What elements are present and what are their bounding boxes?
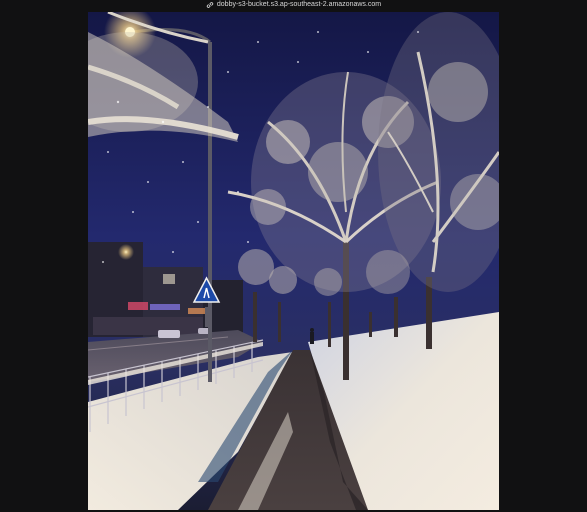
photo-scene [88,12,499,510]
snowy-street-photo [88,12,499,510]
car [158,330,180,338]
pedestrian [310,328,314,344]
link-icon [206,1,214,9]
url-bar[interactable]: dobby-s3-bucket.s3.ap-southeast-2.amazon… [0,0,587,10]
url-text: dobby-s3-bucket.s3.ap-southeast-2.amazon… [216,1,382,8]
